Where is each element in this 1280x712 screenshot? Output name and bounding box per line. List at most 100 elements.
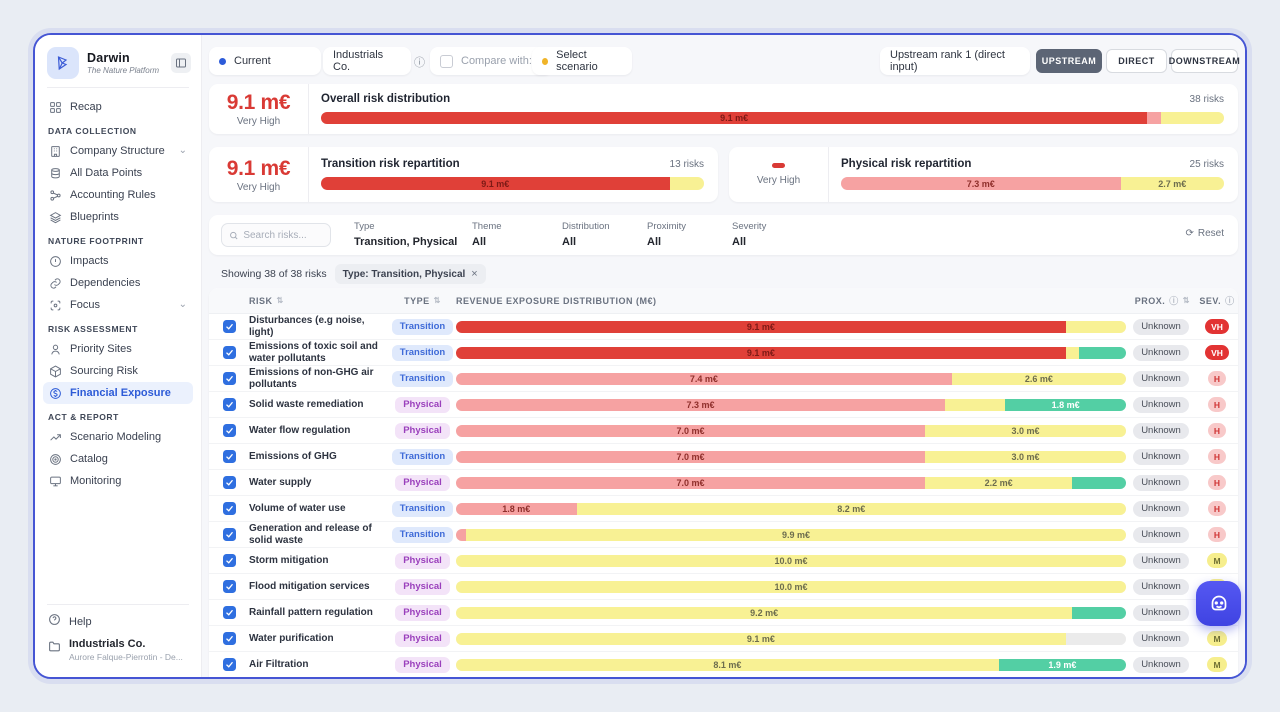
sidebar-item-catalog[interactable]: Catalog ⌄	[43, 448, 193, 470]
filter-proximity[interactable]: Proximity All	[647, 221, 686, 248]
row-checkbox[interactable]	[223, 450, 236, 463]
sidebar-item-blueprints[interactable]: Blueprints ⌄	[43, 206, 193, 228]
sidebar-item-focus[interactable]: Focus ⌄	[43, 294, 193, 316]
sort-icon[interactable]: ⇅	[1183, 296, 1190, 305]
compare-checkbox[interactable]	[440, 55, 453, 68]
info-icon[interactable]: ⓘ	[1225, 294, 1235, 307]
severity-badge: H	[1208, 423, 1226, 438]
proximity-pill: Unknown	[1133, 579, 1189, 595]
exposure-bar: 9.1 m€	[456, 321, 1126, 333]
help-button[interactable]: Help	[43, 611, 193, 633]
sidebar-item-scenario-modeling[interactable]: Scenario Modeling ⌄	[43, 426, 193, 448]
sidebar-item-recap[interactable]: Recap ⌄	[43, 96, 193, 118]
upstream-button[interactable]: UPSTREAM	[1036, 49, 1102, 73]
app-subtitle: The Nature Platform	[87, 66, 171, 75]
physical-value-block: Very High	[729, 147, 829, 202]
downstream-button[interactable]: DOWNSTREAM	[1171, 49, 1238, 73]
transition-title: Transition risk repartition	[321, 158, 670, 170]
physical-risk-card: Very High Physical risk repartition 25 r…	[729, 147, 1238, 202]
sidebar-item-sourcing-risk[interactable]: Sourcing Risk ⌄	[43, 360, 193, 382]
link-icon	[49, 277, 62, 290]
assistant-fab-button[interactable]	[1196, 581, 1241, 626]
header-sev[interactable]: SEV.ⓘ	[1196, 294, 1238, 307]
row-checkbox[interactable]	[223, 580, 236, 593]
row-checkbox[interactable]	[223, 346, 236, 359]
sidebar-item-impacts[interactable]: Impacts ⌄	[43, 250, 193, 272]
proximity-pill: Unknown	[1133, 605, 1189, 621]
sidebar-collapse-button[interactable]	[171, 53, 191, 73]
row-checkbox[interactable]	[223, 398, 236, 411]
search-input[interactable]	[243, 230, 323, 241]
transition-value: 9.1 m€	[227, 157, 291, 181]
row-checkbox[interactable]	[223, 502, 236, 515]
bar-segment-yellow: 2.2 m€	[925, 477, 1072, 489]
table-row: Flood mitigation services Physical 10.0 …	[209, 574, 1238, 600]
table-row: Generation and release of solid waste Tr…	[209, 522, 1238, 548]
org-switcher[interactable]: Industrials Co. Aurore Falque-Pierrotin …	[43, 633, 193, 667]
bar-segment-yellow: 3.0 m€	[925, 425, 1126, 437]
proximity-pill: Unknown	[1133, 423, 1189, 439]
severity-badge: H	[1208, 527, 1226, 542]
building-icon	[48, 144, 62, 158]
filter-theme[interactable]: Theme All	[472, 221, 502, 248]
exposure-bar: 7.0 m€2.2 m€	[456, 477, 1126, 489]
row-checkbox[interactable]	[223, 476, 236, 489]
row-checkbox[interactable]	[223, 554, 236, 567]
sidebar-item-all-data-points[interactable]: All Data Points ⌄	[43, 162, 193, 184]
filter-distribution[interactable]: Distribution All	[562, 221, 610, 248]
sidebar-item-priority-sites[interactable]: Priority Sites ⌄	[43, 338, 193, 360]
proximity-pill: Unknown	[1133, 397, 1189, 413]
scenario-dot-icon	[542, 58, 548, 65]
table-row: Air Filtration Physical 8.1 m€1.9 m€ Unk…	[209, 652, 1238, 677]
box-icon	[48, 364, 62, 378]
sidebar-item-dependencies[interactable]: Dependencies ⌄	[43, 272, 193, 294]
bar-segment-pink: 7.0 m€	[456, 451, 925, 463]
search-icon	[229, 230, 238, 241]
proximity-pill: Unknown	[1133, 319, 1189, 335]
sidebar-item-company-structure[interactable]: Company Structure ⌄	[43, 140, 193, 162]
sort-icon[interactable]: ⇅	[277, 296, 284, 305]
company-pill[interactable]: Industrials Co.	[323, 47, 411, 75]
type-badge: Physical	[395, 657, 450, 673]
row-checkbox[interactable]	[223, 424, 236, 437]
row-checkbox[interactable]	[223, 606, 236, 619]
physical-distribution-bar: 7.3 m€2.7 m€	[841, 177, 1224, 190]
overall-level: Very High	[237, 116, 280, 127]
bar-segment-yellow: 9.2 m€	[456, 607, 1072, 619]
reset-icon: ⟳	[1185, 228, 1193, 239]
company-info-icon[interactable]: ⓘ	[414, 54, 425, 70]
bar-segment-yellow: 8.2 m€	[577, 503, 1126, 515]
sort-icon[interactable]: ⇅	[434, 296, 441, 305]
sidebar-item-financial-exposure[interactable]: Financial Exposure ⌄	[43, 382, 193, 404]
table-header: RISK⇅ TYPE⇅ REVENUE EXPOSURE DISTRIBUTIO…	[209, 288, 1238, 314]
sidebar-item-accounting-rules[interactable]: Accounting Rules ⌄	[43, 184, 193, 206]
direct-button[interactable]: DIRECT	[1106, 49, 1167, 73]
select-scenario-pill[interactable]: Select scenario	[532, 47, 632, 75]
row-checkbox[interactable]	[223, 632, 236, 645]
row-checkbox[interactable]	[223, 658, 236, 671]
compare-label: Compare with:	[461, 55, 532, 67]
severity-badge: H	[1208, 501, 1226, 516]
info-icon[interactable]: ⓘ	[1169, 294, 1179, 307]
row-checkbox[interactable]	[223, 372, 236, 385]
row-checkbox[interactable]	[223, 320, 236, 333]
filter-type[interactable]: Type Transition, Physical	[354, 221, 457, 248]
chip-close-icon[interactable]: ×	[471, 268, 477, 280]
header-prox[interactable]: PROX.ⓘ⇅	[1126, 294, 1196, 307]
current-scenario-pill[interactable]: Current	[209, 47, 321, 75]
rank-select[interactable]: Upstream rank 1 (direct input)	[880, 47, 1030, 75]
risk-name: Water purification	[249, 633, 389, 645]
sidebar-item-monitoring[interactable]: Monitoring ⌄	[43, 470, 193, 492]
current-dot-icon	[219, 58, 226, 65]
exposure-bar: 7.0 m€3.0 m€	[456, 451, 1126, 463]
reset-button[interactable]: ⟳ Reset	[1185, 228, 1224, 239]
proximity-pill: Unknown	[1133, 345, 1189, 361]
filter-severity[interactable]: Severity All	[732, 221, 766, 248]
current-label: Current	[234, 55, 271, 67]
filter-chip[interactable]: Type: Transition, Physical ×	[335, 264, 486, 284]
header-risk[interactable]: RISK⇅	[249, 296, 389, 306]
row-checkbox[interactable]	[223, 528, 236, 541]
search-box	[221, 223, 331, 247]
overall-value: 9.1 m€	[227, 91, 291, 115]
header-type[interactable]: TYPE⇅	[389, 296, 456, 306]
